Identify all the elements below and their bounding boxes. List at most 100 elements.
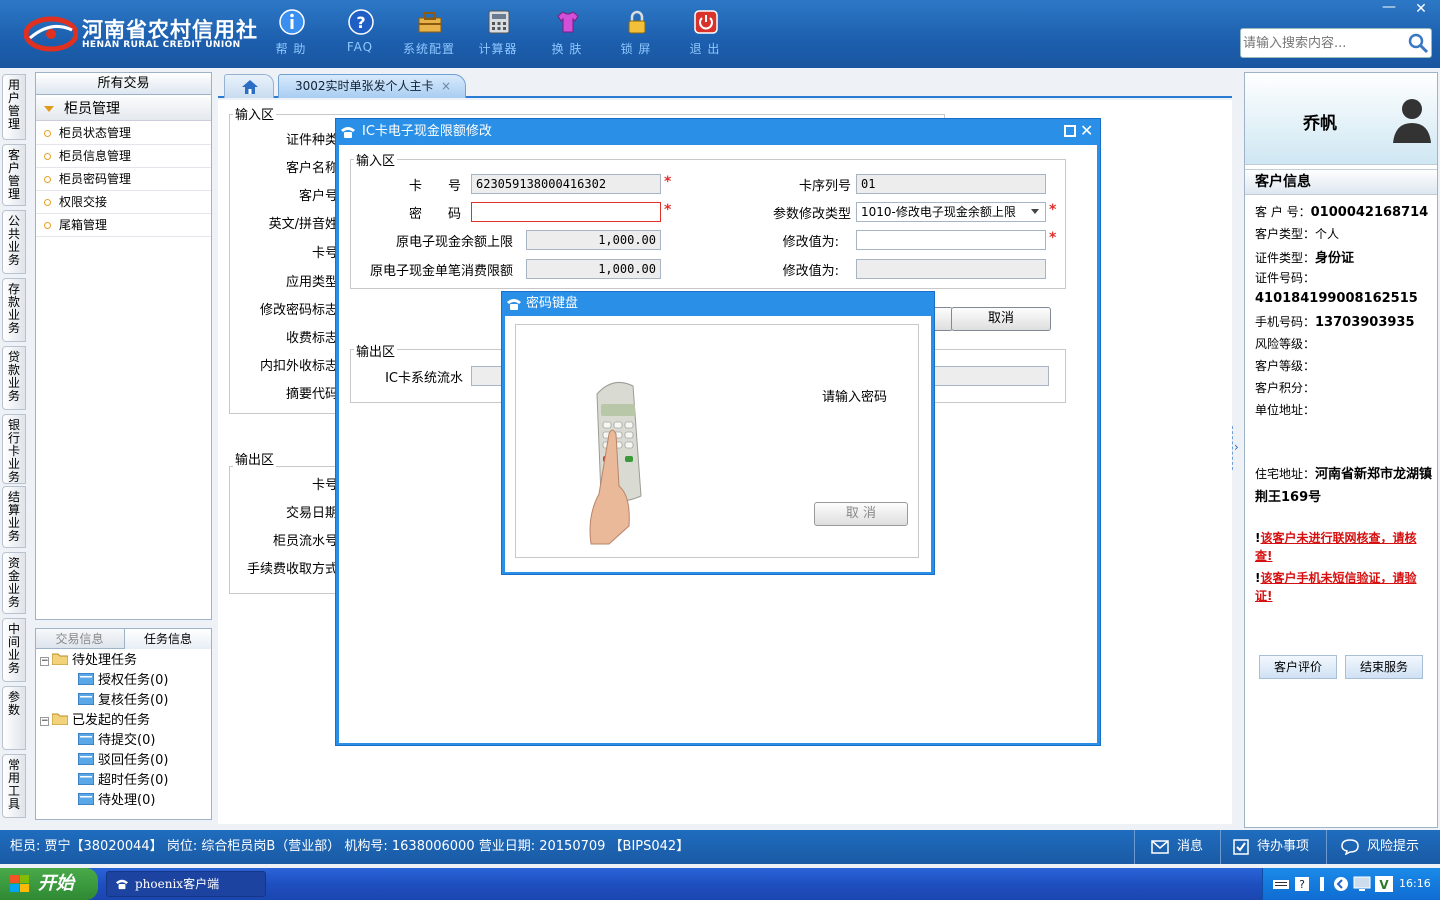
vnav-card-biz[interactable]: 银行卡业务 bbox=[2, 414, 26, 484]
menu-item-teller-info[interactable]: 柜员信息管理 bbox=[36, 145, 211, 168]
message-button[interactable]: 消息 bbox=[1134, 830, 1230, 864]
checkbox-icon bbox=[1233, 839, 1249, 855]
info-icon bbox=[279, 9, 305, 35]
card-seq-field[interactable]: 01 bbox=[856, 174, 1046, 194]
pinpad-device-icon bbox=[589, 381, 642, 545]
customer-field: 410184199008162515 bbox=[1255, 291, 1418, 306]
menu-item-label: 柜员密码管理 bbox=[59, 172, 132, 186]
risk-button[interactable]: 风险提示 bbox=[1326, 830, 1440, 864]
vnav-fund-biz[interactable]: 资金业务 bbox=[2, 552, 26, 614]
calculator-button[interactable]: 计算器 bbox=[463, 6, 533, 62]
bg-label: 客户名称 bbox=[285, 161, 338, 176]
task-list-icon bbox=[78, 793, 94, 805]
search-icon[interactable] bbox=[1407, 32, 1429, 54]
warn-verify-link[interactable]: !该客户未进行联网核查，请核查! bbox=[1255, 529, 1433, 565]
expand-right-icon[interactable]: › bbox=[1234, 440, 1239, 454]
param-type-select[interactable]: 1010-修改电子现金余额上限 bbox=[856, 202, 1046, 222]
sysconfig-button[interactable]: 系统配置 bbox=[394, 6, 464, 62]
help-tray-icon[interactable]: ? bbox=[1295, 877, 1309, 891]
exit-button[interactable]: 退 出 bbox=[670, 6, 740, 62]
todo-button[interactable]: 待办事项 bbox=[1220, 830, 1326, 864]
tree-node-processing[interactable]: 待处理(0) bbox=[78, 791, 155, 811]
faq-button[interactable]: ? FAQ bbox=[325, 6, 395, 62]
home-icon bbox=[242, 80, 258, 94]
menu-item-teller-status[interactable]: 柜员状态管理 bbox=[36, 122, 211, 145]
vnav-intermediary-biz[interactable]: 中间业务 bbox=[2, 618, 26, 682]
tree-node-initiated[interactable]: − 已发起的任务 bbox=[40, 711, 150, 731]
todo-label: 待办事项 bbox=[1257, 839, 1310, 854]
collapse-icon[interactable]: − bbox=[40, 717, 49, 726]
calculator-label: 计算器 bbox=[478, 42, 518, 56]
vnav-public-biz[interactable]: 公共业务 bbox=[2, 210, 26, 274]
bg-label: 摘要代码 bbox=[285, 387, 338, 402]
dialog-title: IC卡电子现金限额修改 bbox=[362, 124, 492, 139]
tree-node-auth[interactable]: 授权任务(0) bbox=[78, 671, 168, 691]
card-number-field[interactable]: 623059138000416302 bbox=[471, 174, 661, 194]
required-mark: * bbox=[1049, 230, 1057, 246]
usb-icon[interactable] bbox=[1317, 877, 1327, 891]
maximize-icon[interactable] bbox=[1064, 125, 1076, 137]
menu-item-permission-handover[interactable]: 权限交接 bbox=[36, 191, 211, 214]
svg-text:?: ? bbox=[356, 13, 365, 32]
close-button[interactable]: ✕ bbox=[1406, 0, 1436, 18]
field-label: 客 户 号： bbox=[1255, 205, 1311, 219]
vnav-tools[interactable]: 常用工具 bbox=[2, 754, 26, 818]
vnav-customer-mgmt[interactable]: 客户管理 bbox=[2, 144, 26, 206]
vnav-user-mgmt[interactable]: 用户管理 bbox=[2, 74, 26, 140]
lock-icon bbox=[628, 10, 646, 34]
required-mark: * bbox=[664, 174, 672, 190]
monitor-icon[interactable] bbox=[1353, 876, 1371, 892]
bg-label: 应用类型 bbox=[285, 275, 338, 290]
vnav-label: 银行卡业务 bbox=[7, 418, 20, 484]
tab-home[interactable] bbox=[224, 74, 274, 98]
keyboard-icon[interactable] bbox=[1273, 878, 1289, 890]
search-input[interactable] bbox=[1243, 33, 1403, 53]
tab-task-info[interactable]: 任务信息 bbox=[124, 629, 211, 649]
collapse-icon[interactable]: − bbox=[40, 657, 49, 666]
dialog-close-icon[interactable]: ✕ bbox=[1080, 121, 1093, 140]
single-limit-field[interactable]: 1,000.00 bbox=[526, 259, 661, 279]
customer-eval-button[interactable]: 客户评价 bbox=[1259, 655, 1337, 679]
minimize-button[interactable]: — bbox=[1374, 0, 1404, 18]
customer-field: 客户类型：个人 bbox=[1255, 225, 1339, 242]
menu-item-teller-password[interactable]: 柜员密码管理 bbox=[36, 168, 211, 191]
tree-label: 复核任务(0) bbox=[98, 693, 169, 708]
tree-node-review[interactable]: 复核任务(0) bbox=[78, 691, 168, 711]
output-legend: 输出区 bbox=[354, 341, 398, 360]
tab-transaction-info[interactable]: 交易信息 bbox=[36, 629, 123, 649]
tree-node-rejected[interactable]: 驳回任务(0) bbox=[78, 751, 168, 771]
avatar-icon bbox=[1393, 99, 1431, 143]
password-field[interactable] bbox=[471, 202, 661, 222]
menu-group-teller[interactable]: 柜员管理 bbox=[36, 97, 211, 121]
vnav-params[interactable]: 参数 bbox=[2, 686, 26, 750]
cancel-button[interactable]: 取消 bbox=[951, 307, 1051, 331]
menu-item-tailbox[interactable]: 尾箱管理 bbox=[36, 214, 211, 237]
tab-close-icon[interactable]: × bbox=[441, 75, 451, 97]
help-icon: ? bbox=[348, 9, 374, 35]
help-button[interactable]: 帮 助 bbox=[256, 6, 326, 62]
vnav-settlement-biz[interactable]: 结算业务 bbox=[2, 486, 26, 548]
customer-field: 客户积分： bbox=[1255, 379, 1315, 396]
start-button[interactable]: 开始 bbox=[0, 868, 98, 900]
network-icon[interactable] bbox=[1333, 876, 1349, 892]
tab-card-issue[interactable]: 3002实时单张发个人主卡 × bbox=[278, 74, 466, 98]
tree-node-timeout[interactable]: 超时任务(0) bbox=[78, 771, 168, 791]
vnav-deposit-biz[interactable]: 存款业务 bbox=[2, 278, 26, 342]
vnav-label: 资金业务 bbox=[7, 556, 20, 609]
new-single-limit-field[interactable] bbox=[856, 259, 1046, 279]
balance-limit-field[interactable]: 1,000.00 bbox=[526, 230, 661, 250]
ime-icon[interactable]: V bbox=[1375, 876, 1393, 892]
pinpad-cancel-button[interactable]: 取 消 bbox=[814, 502, 908, 526]
dropdown-arrow-icon[interactable] bbox=[1031, 209, 1039, 214]
taskbar-app-phoenix[interactable]: phoenix客户端 bbox=[106, 871, 266, 897]
tree-node-to-submit[interactable]: 待提交(0) bbox=[78, 731, 155, 751]
field-value: 身份证 bbox=[1315, 251, 1355, 266]
warn-sms-link[interactable]: !该客户手机未短信验证，请验证! bbox=[1255, 569, 1433, 605]
skin-button[interactable]: 换 肤 bbox=[532, 6, 602, 62]
new-balance-limit-field[interactable] bbox=[856, 230, 1046, 250]
end-service-button[interactable]: 结束服务 bbox=[1345, 655, 1423, 679]
vnav-loan-biz[interactable]: 贷款业务 bbox=[2, 346, 26, 410]
flow-label: IC卡系统流水 bbox=[385, 371, 463, 386]
lock-button[interactable]: 锁 屏 bbox=[601, 6, 671, 62]
tree-node-pending[interactable]: − 待处理任务 bbox=[40, 651, 137, 671]
